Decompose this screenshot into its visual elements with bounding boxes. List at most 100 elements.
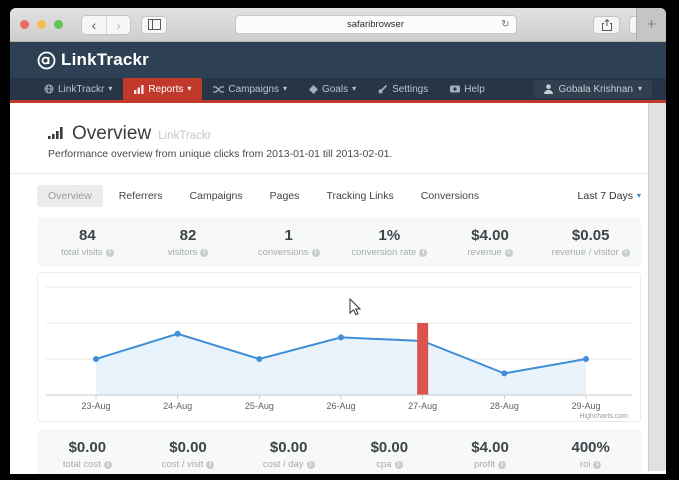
- user-menu[interactable]: Gobala Krishnan ▾: [534, 80, 652, 98]
- info-icon[interactable]: i: [395, 461, 403, 469]
- date-range-picker[interactable]: Last 7 Days ▾: [578, 190, 641, 202]
- visits-chart-panel[interactable]: 23-Aug24-Aug25-Aug26-Aug27-Aug28-Aug29-A…: [37, 272, 641, 422]
- tab-campaigns[interactable]: Campaigns: [179, 185, 254, 207]
- window-controls: [20, 20, 63, 29]
- nav-label: Settings: [392, 84, 428, 95]
- info-icon[interactable]: i: [505, 249, 513, 257]
- nav-item-linktrackr[interactable]: LinkTrackr ▾: [33, 78, 123, 100]
- nav-item-help[interactable]: Help: [439, 78, 496, 100]
- share-button[interactable]: [593, 16, 620, 34]
- info-icon[interactable]: i: [106, 249, 114, 257]
- close-window-button[interactable]: [20, 20, 29, 29]
- globe-icon: [44, 84, 54, 94]
- x-axis-label: 27-Aug: [408, 401, 437, 411]
- tab-referrers[interactable]: Referrers: [108, 185, 174, 207]
- stat-value: 82: [138, 227, 239, 244]
- tabs-row: Overview Referrers Campaigns Pages Track…: [37, 184, 641, 208]
- stat-label: roi: [580, 459, 591, 470]
- stat-cost-per-visit: $0.00 cost / visiti: [138, 439, 239, 470]
- forward-button[interactable]: ›: [106, 16, 130, 34]
- date-range-label: Last 7 Days: [578, 190, 633, 202]
- stat-label: total visits: [61, 247, 103, 258]
- stat-label: cost / day: [263, 459, 304, 470]
- stat-label: revenue / visitor: [552, 247, 619, 258]
- caret-down-icon: ▾: [638, 85, 642, 93]
- info-icon[interactable]: i: [312, 249, 320, 257]
- tab-overview[interactable]: Overview: [37, 185, 103, 207]
- nav-item-campaigns[interactable]: Campaigns ▾: [202, 78, 298, 100]
- tab-conversions[interactable]: Conversions: [410, 185, 490, 207]
- stats-panel-top: 84 total visitsi 82 visitorsi 1 conversi…: [37, 217, 641, 267]
- diamond-icon: [309, 85, 318, 94]
- chart-credit: Highcharts.com: [579, 413, 628, 420]
- info-icon[interactable]: i: [593, 461, 601, 469]
- stat-value: $0.00: [238, 439, 339, 456]
- nav-item-goals[interactable]: Goals ▾: [298, 78, 367, 100]
- stat-value: 84: [37, 227, 138, 244]
- info-icon[interactable]: i: [206, 461, 214, 469]
- stat-roi: 400% roii: [540, 439, 641, 470]
- stat-visitors: 82 visitorsi: [138, 227, 239, 258]
- stat-conversion-rate: 1% conversion ratei: [339, 227, 440, 258]
- nav-label: Goals: [322, 84, 348, 95]
- x-axis-label: 29-Aug: [571, 401, 600, 411]
- stat-label: cost / visit: [162, 459, 204, 470]
- stat-value: $0.00: [339, 439, 440, 456]
- nav-label: LinkTrackr: [58, 84, 104, 95]
- info-icon[interactable]: i: [419, 249, 427, 257]
- data-point: [175, 331, 181, 337]
- info-icon[interactable]: i: [307, 461, 315, 469]
- stat-value: $0.05: [540, 227, 641, 244]
- main-content: Overview LinkTrackr Performance overview…: [10, 103, 666, 471]
- new-tab-button[interactable]: +: [636, 8, 666, 41]
- info-icon[interactable]: i: [498, 461, 506, 469]
- visits-chart[interactable]: 23-Aug24-Aug25-Aug26-Aug27-Aug28-Aug29-A…: [38, 273, 640, 421]
- sidebar-button[interactable]: [141, 16, 167, 34]
- back-button[interactable]: ‹: [82, 16, 106, 34]
- info-icon[interactable]: i: [104, 461, 112, 469]
- stat-conversions: 1 conversionsi: [238, 227, 339, 258]
- minimize-window-button[interactable]: [37, 20, 46, 29]
- scrollbar[interactable]: [648, 103, 666, 471]
- stat-value: 1%: [339, 227, 440, 244]
- user-icon: [544, 84, 553, 94]
- stat-cpa: $0.00 cpai: [339, 439, 440, 470]
- zoom-window-button[interactable]: [54, 20, 63, 29]
- stat-label: conversion rate: [351, 247, 416, 258]
- nav-item-settings[interactable]: Settings: [367, 78, 439, 100]
- x-axis-label: 23-Aug: [81, 401, 110, 411]
- stat-label: revenue: [467, 247, 501, 258]
- stat-value: 1: [238, 227, 339, 244]
- tab-pages[interactable]: Pages: [259, 185, 311, 207]
- address-bar[interactable]: safaribrowser ↻: [235, 15, 517, 34]
- stat-label: visitors: [168, 247, 198, 258]
- brand[interactable]: LinkTrackr: [37, 50, 149, 70]
- divider: [10, 173, 666, 174]
- book-icon: [450, 85, 460, 93]
- stat-value: $0.00: [138, 439, 239, 456]
- page-title-suffix: LinkTrackr: [158, 130, 211, 142]
- stat-total-cost: $0.00 total costi: [37, 439, 138, 470]
- shuffle-icon: [213, 85, 224, 94]
- nav-item-reports[interactable]: Reports ▾: [123, 78, 202, 100]
- refresh-icon[interactable]: ↻: [501, 19, 509, 30]
- data-point: [501, 370, 507, 376]
- data-point: [583, 356, 589, 362]
- nav-label: Help: [464, 84, 485, 95]
- stat-total-visits: 84 total visitsi: [37, 227, 138, 258]
- nav-label: Reports: [148, 84, 183, 95]
- stat-cost-per-day: $0.00 cost / dayi: [238, 439, 339, 470]
- x-axis-label: 26-Aug: [326, 401, 355, 411]
- user-name: Gobala Krishnan: [558, 84, 633, 95]
- stat-value: $4.00: [440, 227, 541, 244]
- sidebar-icon: [148, 19, 161, 30]
- data-point: [93, 356, 99, 362]
- stats-panel-bottom: $0.00 total costi $0.00 cost / visiti $0…: [37, 429, 641, 474]
- tab-tracking-links[interactable]: Tracking Links: [315, 185, 404, 207]
- stat-revenue-per-visitor: $0.05 revenue / visitori: [540, 227, 641, 258]
- chart-icon: [134, 84, 144, 94]
- caret-down-icon: ▾: [352, 85, 356, 93]
- info-icon[interactable]: i: [200, 249, 208, 257]
- app-header: LinkTrackr: [10, 42, 666, 78]
- info-icon[interactable]: i: [622, 249, 630, 257]
